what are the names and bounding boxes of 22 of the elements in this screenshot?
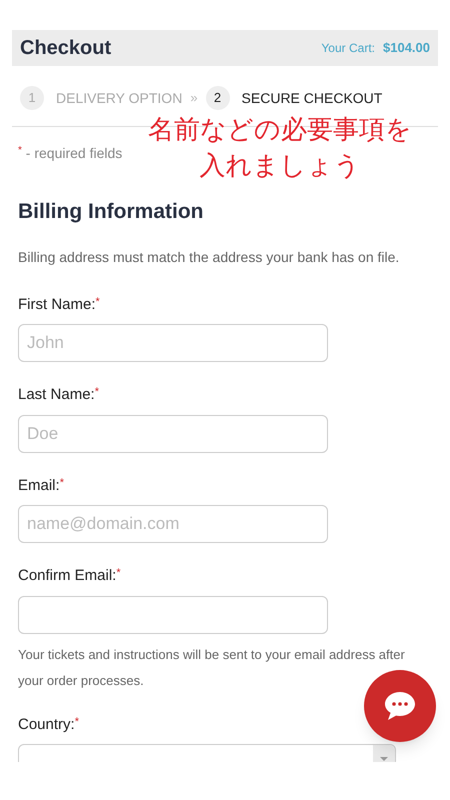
field-label: Last Name:* (18, 385, 100, 405)
annotation-text: 入れましょう (200, 150, 360, 183)
section-title: Billing Information (18, 199, 204, 225)
field-label: Email:* (18, 476, 65, 496)
field-label: First Name:* (18, 294, 101, 314)
field-label: Confirm Email:* (18, 566, 122, 586)
step[interactable]: 1 DELIVERY OPTION (20, 86, 182, 110)
step-separator: » (190, 89, 198, 108)
page-title: Checkout (20, 36, 112, 61)
email-hint: Your tickets and instructions will be sent to your email address after your order processes. (18, 646, 406, 690)
section-note: Billing address must match the address your bank has on file. (18, 248, 400, 267)
step[interactable]: 2 SECURE CHECKOUT (206, 86, 382, 110)
text-field[interactable]: John (18, 324, 328, 362)
cart-label: Your Cart: (321, 40, 375, 57)
field-label: Country:* (18, 714, 80, 734)
text-field[interactable]: name@domain.com (18, 505, 328, 543)
cart-total[interactable]: $104.00 (383, 38, 430, 58)
text-field[interactable] (18, 596, 328, 634)
chat-bubble-icon (383, 690, 417, 722)
text-field[interactable]: Doe (18, 414, 328, 452)
required-note: * - required fields (18, 144, 124, 163)
annotation-text: 名前などの必要事項を (148, 114, 412, 147)
